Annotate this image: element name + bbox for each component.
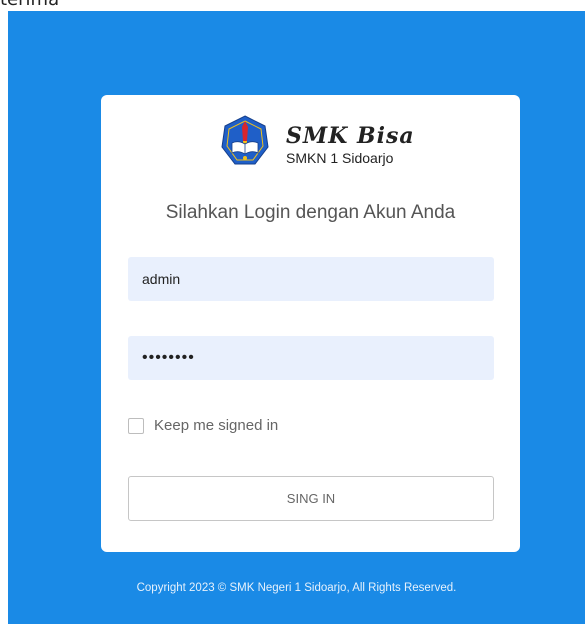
sign-in-button[interactable]: SING IN — [128, 476, 494, 521]
remember-me-label: Keep me signed in — [154, 417, 279, 434]
top-cropped-strip: terima — [0, 0, 585, 11]
password-input[interactable] — [128, 336, 494, 380]
school-emblem-icon — [221, 115, 269, 165]
cropped-window-title: terima — [0, 0, 59, 10]
remember-me[interactable]: Keep me signed in — [128, 417, 278, 435]
login-card: SMK Bisa SMKN 1 Sidoarjo Silahkan Login … — [101, 95, 520, 552]
brand-name: SMK Bisa — [286, 123, 415, 149]
login-heading: Silahkan Login dengan Akun Anda — [165, 202, 456, 223]
username-input[interactable] — [128, 257, 494, 301]
remember-me-checkbox[interactable] — [128, 418, 144, 434]
school-name: SMKN 1 Sidoarjo — [286, 150, 394, 166]
copyright-text: Copyright 2023 © SMK Negeri 1 Sidoarjo, … — [136, 582, 457, 594]
logo: SMK Bisa SMKN 1 Sidoarjo — [220, 115, 414, 167]
